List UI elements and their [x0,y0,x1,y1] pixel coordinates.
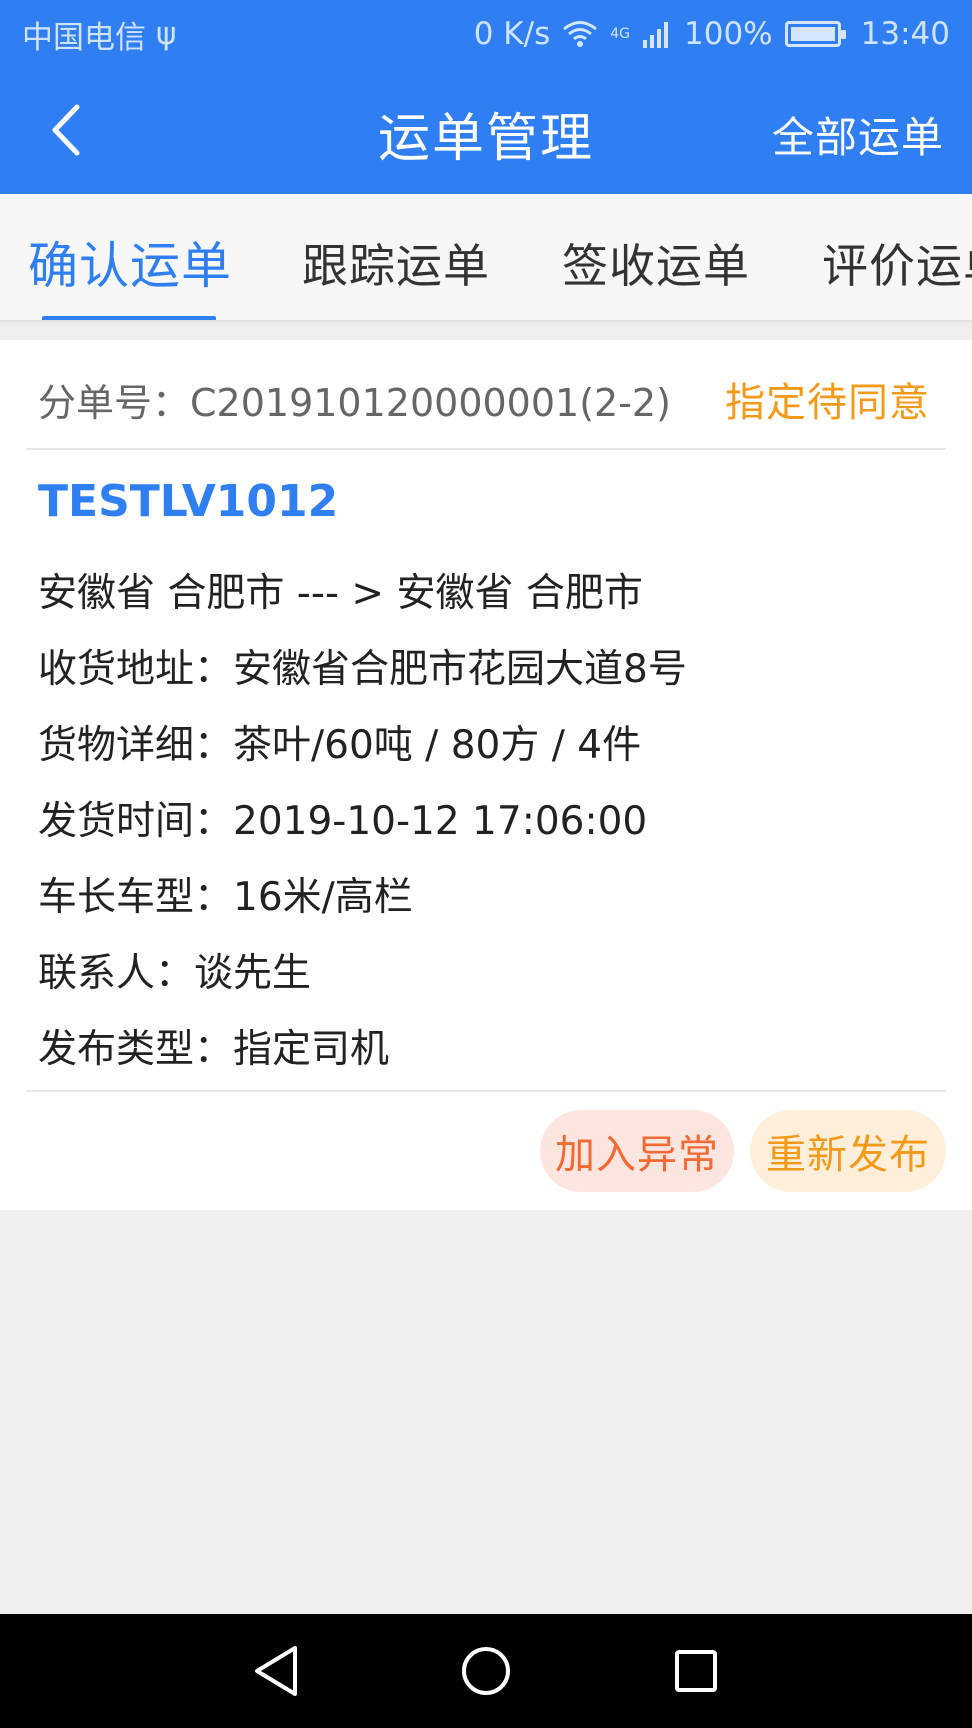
goods-value: 茶叶/60吨 / 80方 / 4件 [233,723,642,768]
route-line: 安徽省 合肥市 --- > 安徽省 合肥市 [38,571,643,616]
status-bar: 中国电信 ψ 0 K/s 4G 100% 13:40 [0,0,972,68]
carrier-label: 中国电信 [22,19,146,56]
contact-line: 联系人：谈先生 [38,942,311,998]
card-divider [26,1090,946,1092]
square-recents-icon [675,1650,717,1692]
ship-time-label: 发货时间： [38,799,234,844]
wifi-icon [563,21,598,47]
clock: 13:40 [860,16,950,52]
nav-recents-button[interactable] [666,1641,726,1701]
goods-label: 货物详细： [38,723,234,768]
tab-sign-orders[interactable]: 签收运单 [562,230,750,296]
goods-line: 货物详细：茶叶/60吨 / 80方 / 4件 [38,714,641,770]
all-orders-button[interactable]: 全部运单 [772,104,944,165]
address-line: 收货地址：安徽省合肥市花园大道8号 [38,638,687,694]
publish-type-label: 发布类型： [38,1027,234,1072]
triangle-back-icon [255,1646,297,1696]
publish-type-value: 指定司机 [233,1027,390,1072]
status-left: 中国电信 ψ [22,12,176,57]
active-tab-indicator [42,316,216,320]
signal-icon [643,22,669,48]
order-status-badge: 指定待同意 [725,380,930,426]
order-code: TESTLV1012 [38,476,339,527]
address-value: 安徽省合肥市花园大道8号 [233,647,687,692]
order-number-label: 分单号： [38,381,191,425]
tab-confirm-orders[interactable]: 确认运单 [28,226,232,298]
system-nav-bar [0,1614,972,1728]
tab-track-orders[interactable]: 跟踪运单 [302,230,490,296]
network-speed: 0 K/s [473,16,551,52]
contact-value: 谈先生 [194,951,312,996]
ship-time-value: 2019-10-12 17:06:00 [233,799,648,844]
app-header: 运单管理 全部运单 [0,68,972,194]
vehicle-line: 车长车型：16米/高栏 [38,866,413,922]
ship-time-line: 发货时间：2019-10-12 17:06:00 [38,790,647,846]
battery-percent: 100% [684,16,773,52]
usb-icon: ψ [156,16,177,52]
publish-type-line: 发布类型：指定司机 [38,1018,389,1074]
network-type: 4G [610,26,631,42]
vehicle-value: 16米/高栏 [233,875,413,920]
order-card-header: 分单号：C201910120000001(2-2) 指定待同意 [26,340,946,450]
tab-rate-orders[interactable]: 评价运单 [822,230,972,296]
order-card[interactable]: 分单号：C201910120000001(2-2) 指定待同意 TESTLV10… [0,340,972,1210]
order-number: 分单号：C201910120000001(2-2) [38,372,671,427]
vehicle-label: 车长车型： [38,875,234,920]
address-label: 收货地址： [38,647,234,692]
nav-back-button[interactable] [246,1641,306,1701]
status-right: 0 K/s 4G 100% 13:40 [474,16,950,52]
battery-icon [784,21,846,47]
republish-button[interactable]: 重新发布 [750,1110,946,1192]
add-exception-button[interactable]: 加入异常 [540,1110,734,1192]
tab-bar: 确认运单 跟踪运单 签收运单 评价运单 [0,194,972,322]
contact-label: 联系人： [38,951,195,996]
circle-home-icon [462,1647,510,1695]
order-number-value: C201910120000001(2-2) [190,381,671,425]
nav-home-button[interactable] [456,1641,516,1701]
